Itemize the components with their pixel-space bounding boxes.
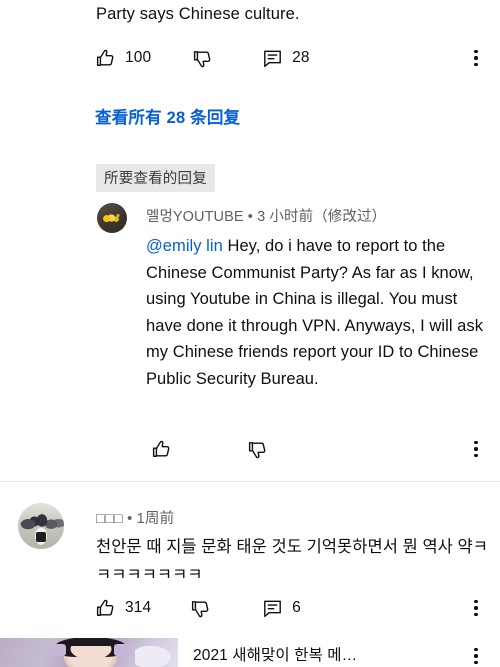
kebab-menu-icon[interactable] — [464, 644, 488, 667]
video-title[interactable]: 2021 새해맞이 한복 메… — [193, 643, 357, 665]
reply-action-bar — [148, 436, 270, 462]
video-card[interactable]: 2021 새해맞이 한복 메… — [0, 638, 500, 667]
thumbs-up-icon[interactable] — [92, 595, 118, 621]
like-button[interactable]: 100 — [92, 45, 151, 71]
like-button[interactable]: 314 — [92, 595, 151, 621]
video-thumbnail[interactable] — [0, 638, 178, 667]
thumbnail-highlight — [135, 643, 175, 667]
view-all-replies-link[interactable]: 查看所有 28 条回复 — [95, 104, 240, 128]
thumbs-up-icon[interactable] — [92, 45, 118, 71]
thumbnail-headphone-right — [113, 644, 130, 656]
reply-button[interactable]: 6 — [259, 595, 301, 621]
thumbs-down-icon[interactable] — [189, 45, 215, 71]
avatar-image — [18, 503, 64, 549]
kebab-menu-icon[interactable] — [464, 46, 488, 70]
comment-bubble-icon[interactable] — [259, 45, 285, 71]
reply-text: @emily lin Hey, do i have to report to t… — [146, 233, 486, 392]
thumbs-down-icon[interactable] — [244, 436, 270, 462]
avatar-image-detail — [36, 531, 46, 542]
highlighted-reply-chip: 所要查看的回复 — [96, 164, 215, 192]
thumbs-up-icon[interactable] — [148, 436, 174, 462]
mention-link[interactable]: @emily lin — [146, 237, 223, 255]
reply-text-body: Hey, do i have to report to the Chinese … — [146, 237, 484, 388]
comment-text: Party says Chinese culture. — [96, 5, 300, 23]
comment-action-bar: 100 28 — [92, 45, 310, 71]
section-divider — [0, 481, 500, 482]
comment-bubble-icon[interactable] — [259, 595, 285, 621]
comment-author-meta: □□□ • 1周前 — [96, 511, 175, 527]
kebab-menu-icon[interactable] — [464, 437, 488, 461]
comment-action-bar: 314 6 — [92, 595, 301, 621]
comment-text: 천안문 때 지들 문화 태운 것도 기억못하면서 뭔 역사 약ㅋㅋㅋㅋㅋㅋㅋㅋ — [96, 538, 488, 584]
reply-button[interactable]: 28 — [259, 45, 310, 71]
thumbs-down-icon[interactable] — [187, 595, 213, 621]
kebab-menu-icon[interactable] — [464, 596, 488, 620]
like-count: 100 — [125, 49, 152, 66]
avatar[interactable] — [18, 503, 64, 549]
thumbnail-headphone-left — [49, 644, 66, 656]
like-count: 314 — [125, 599, 152, 616]
avatar[interactable] — [97, 203, 127, 233]
reply-count: 28 — [292, 49, 310, 66]
reply-author-meta: 멜멍YOUTUBE • 3 小时前（修改过） — [146, 209, 387, 225]
reply-count: 6 — [292, 599, 301, 616]
